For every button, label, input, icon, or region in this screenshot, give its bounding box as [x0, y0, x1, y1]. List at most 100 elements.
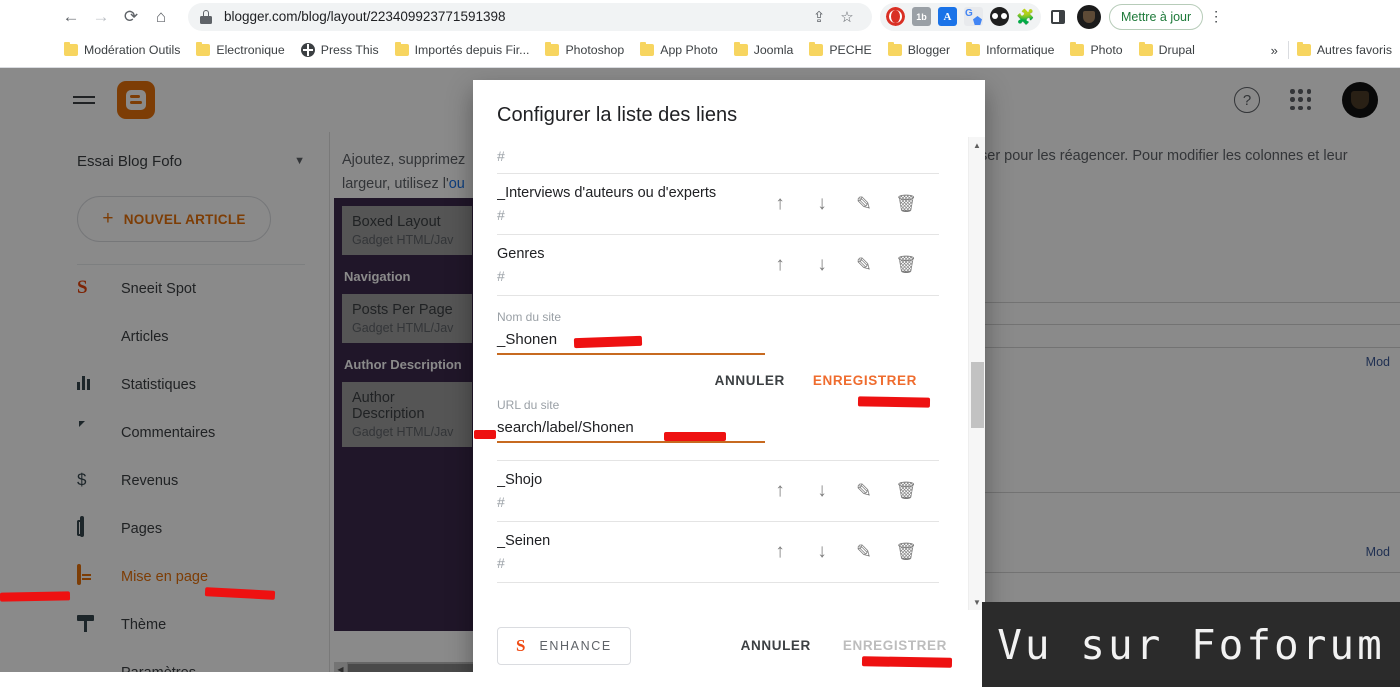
bookmark-label: Electronique: [216, 43, 285, 57]
watermark-overlay: Vu sur Foforum: [982, 602, 1400, 687]
move-down-icon[interactable]: ↓: [811, 193, 833, 215]
address-bar[interactable]: blogger.com/blog/layout/2234099237715913…: [188, 2, 872, 31]
star-icon[interactable]: ☆: [834, 4, 860, 30]
bookmark-item[interactable]: Photo: [1062, 37, 1130, 63]
url-text: blogger.com/blog/layout/2234099237715913…: [224, 9, 506, 24]
lock-icon: [200, 9, 212, 24]
link-row-texts: _Interviews d'auteurs ou d'experts #: [497, 182, 769, 226]
delete-icon[interactable]: 🗑: [895, 541, 917, 563]
cancel-button[interactable]: ANNULER: [715, 373, 785, 388]
back-icon: ←: [62, 7, 80, 26]
folder-icon: [966, 41, 981, 56]
forward-icon: →: [92, 7, 110, 26]
move-down-icon[interactable]: ↓: [811, 480, 833, 502]
bookmark-item[interactable]: Joomla: [726, 37, 802, 63]
scroll-up-arrow[interactable]: ▲: [969, 137, 985, 153]
update-button[interactable]: Mettre à jour: [1109, 3, 1204, 30]
reload-button[interactable]: ⟳: [116, 2, 146, 32]
bookmark-label: Press This: [320, 43, 379, 57]
browser-toolbar: ← → ⟳ ⌂ blogger.com/blog/layout/22340992…: [0, 0, 1400, 33]
edit-icon[interactable]: ✎: [853, 193, 875, 215]
browser-menu-icon[interactable]: ⋮: [1203, 8, 1229, 25]
dialog-footer-actions: ANNULER ENREGISTRER: [741, 638, 961, 653]
forward-button[interactable]: →: [86, 2, 116, 32]
move-down-icon[interactable]: ↓: [811, 254, 833, 276]
bookmark-item[interactable]: PECHE: [801, 37, 879, 63]
bookmark-item[interactable]: Electronique: [188, 37, 292, 63]
watermark-text: Vu sur Foforum: [997, 620, 1385, 669]
enhance-button[interactable]: S ENHANCE: [497, 626, 631, 665]
link-name: Genres: [497, 246, 545, 262]
folder-icon: [1138, 41, 1153, 56]
folder-icon: [196, 41, 211, 56]
move-up-icon[interactable]: ↑: [769, 541, 791, 563]
move-down-icon[interactable]: ↓: [811, 541, 833, 563]
site-name-label: Nom du site: [497, 310, 562, 324]
bookmark-item[interactable]: Press This: [293, 37, 387, 63]
other-bookmarks-item[interactable]: Autres favoris: [1289, 37, 1400, 63]
table-row[interactable]: _Seinen # ↑ ↓ ✎ 🗑: [497, 522, 939, 583]
folder-icon: [64, 41, 78, 56]
dialog-scrollbar[interactable]: ▲ ▼: [968, 137, 985, 610]
bookmark-label: Modération Outils: [84, 43, 181, 57]
table-row[interactable]: Genres # ↑ ↓ ✎ 🗑: [497, 235, 939, 296]
bookmark-label: Drupal: [1158, 43, 1195, 57]
bookmark-item[interactable]: Drupal: [1131, 37, 1203, 63]
form-divider: [497, 443, 939, 461]
annotation-underline-save-inline: [857, 396, 931, 408]
dialog-save-button[interactable]: ENREGISTRER: [843, 638, 947, 653]
bookmark-item[interactable]: App Photo: [632, 37, 725, 63]
annotation-underline-site-url: [664, 432, 726, 441]
move-up-icon[interactable]: ↑: [769, 254, 791, 276]
screenshot-root: ← → ⟳ ⌂ blogger.com/blog/layout/22340992…: [0, 0, 1400, 687]
edit-icon[interactable]: ✎: [853, 480, 875, 502]
back-button[interactable]: ←: [56, 2, 86, 32]
row-actions: ↑ ↓ ✎ 🗑: [769, 480, 939, 502]
move-up-icon[interactable]: ↑: [769, 480, 791, 502]
bookmarks-bar: Modération Outils Electronique Press Thi…: [0, 33, 1400, 68]
bookmarks-overflow-icon[interactable]: »: [1261, 43, 1288, 58]
bookmark-item[interactable]: Modération Outils: [56, 37, 188, 63]
opera-extension-icon[interactable]: [886, 7, 905, 26]
edit-icon[interactable]: ✎: [853, 254, 875, 276]
puzzle-extensions-icon[interactable]: 🧩: [1016, 7, 1035, 26]
side-panel-icon[interactable]: [1045, 4, 1071, 30]
link-url: #: [497, 207, 505, 223]
move-up-icon[interactable]: ↑: [769, 193, 791, 215]
link-row-texts: Genres #: [497, 243, 769, 287]
home-icon: ⌂: [155, 7, 167, 26]
folder-icon: [640, 41, 655, 56]
folder-icon: [1070, 41, 1085, 56]
share-icon[interactable]: ⇪: [806, 4, 832, 30]
table-row[interactable]: _Interviews d'auteurs ou d'experts # ↑ ↓…: [497, 174, 939, 235]
bookmark-item[interactable]: Blogger: [880, 37, 958, 63]
delete-icon[interactable]: 🗑: [895, 480, 917, 502]
row-actions: ↑ ↓ ✎ 🗑: [769, 193, 939, 215]
table-row[interactable]: _Shojo # ↑ ↓ ✎ 🗑: [497, 461, 939, 522]
save-button[interactable]: ENREGISTRER: [813, 373, 917, 388]
edit-form-actions-top: ANNULER ENREGISTRER: [497, 355, 939, 394]
bookmark-label: Importés depuis Fir...: [414, 43, 530, 57]
bookmark-item[interactable]: Importés depuis Fir...: [387, 37, 538, 63]
onetab-extension-icon[interactable]: 1b: [912, 7, 931, 26]
edit-icon[interactable]: ✎: [853, 541, 875, 563]
google-translate-extension-icon[interactable]: [964, 7, 983, 26]
dialog-scroll-area: # _Interviews d'auteurs ou d'experts # ↑…: [473, 137, 963, 610]
bookmark-item[interactable]: Informatique: [958, 37, 1062, 63]
extensions-pill: 1b A 🧩: [880, 2, 1041, 31]
adblock-extension-icon[interactable]: [990, 7, 1009, 26]
folder-icon: [733, 41, 748, 56]
profile-avatar[interactable]: [1077, 4, 1101, 29]
delete-icon[interactable]: 🗑: [895, 193, 917, 215]
bookmark-label: Blogger: [907, 43, 951, 57]
bookmark-label: Photoshop: [565, 43, 625, 57]
bookmark-item[interactable]: Photoshop: [537, 37, 632, 63]
bookmark-label: Informatique: [986, 43, 1055, 57]
configure-link-list-dialog: Configurer la liste des liens # _Intervi…: [473, 80, 985, 680]
delete-icon[interactable]: 🗑: [895, 254, 917, 276]
grammar-extension-icon[interactable]: A: [938, 7, 957, 26]
bookmark-label: Joomla: [753, 43, 794, 57]
scrollbar-thumb[interactable]: [971, 362, 984, 428]
home-button[interactable]: ⌂: [146, 2, 176, 32]
dialog-cancel-button[interactable]: ANNULER: [741, 638, 811, 653]
